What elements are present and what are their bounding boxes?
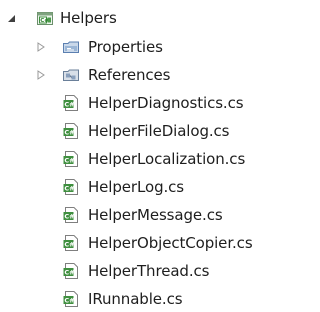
tree-node-file[interactable]: C# HelperFileDialog.cs	[0, 119, 270, 143]
svg-text:C#: C#	[64, 269, 74, 277]
svg-text:C#: C#	[64, 101, 74, 109]
tree-node-file[interactable]: C# HelperDiagnostics.cs	[0, 91, 270, 115]
tree-node-file[interactable]: C# HelperMessage.cs	[0, 203, 270, 227]
collapsed-triangle-icon[interactable]	[36, 70, 46, 80]
csharp-file-icon: C#	[62, 94, 80, 112]
tree-node-file[interactable]: C# IRunnable.cs	[0, 287, 270, 311]
tree-node-file[interactable]: C# HelperThread.cs	[0, 259, 270, 283]
tree-node-file[interactable]: C# HelperObjectCopier.cs	[0, 231, 270, 255]
file-name: HelperLocalization.cs	[88, 150, 246, 168]
file-name: HelperMessage.cs	[88, 206, 223, 224]
tree-node-project[interactable]: C# Helpers	[0, 6, 140, 30]
collapsed-triangle-icon[interactable]	[36, 42, 46, 52]
svg-text:C#: C#	[64, 213, 74, 221]
csharp-file-icon: C#	[62, 178, 80, 196]
svg-text:C#: C#	[64, 185, 74, 193]
expanded-triangle-icon[interactable]	[6, 13, 16, 23]
tree-node-label: References	[88, 66, 171, 84]
tree-node-label: Properties	[88, 38, 163, 56]
csharp-file-icon: C#	[62, 122, 80, 140]
csharp-file-icon: C#	[62, 290, 80, 308]
file-name: HelperThread.cs	[88, 262, 210, 280]
csharp-file-icon: C#	[62, 262, 80, 280]
svg-text:C#: C#	[64, 157, 74, 165]
csharp-file-icon: C#	[62, 150, 80, 168]
svg-text:C#: C#	[64, 297, 74, 305]
project-name: Helpers	[60, 9, 117, 27]
csharp-file-icon: C#	[62, 206, 80, 224]
tree-node-properties[interactable]: Properties	[0, 35, 190, 59]
svg-text:C#: C#	[64, 241, 74, 249]
file-name: HelperDiagnostics.cs	[88, 94, 244, 112]
csharp-file-icon: C#	[62, 234, 80, 252]
file-name: HelperLog.cs	[88, 178, 185, 196]
references-folder-icon	[62, 66, 80, 84]
tree-node-file[interactable]: C# HelperLocalization.cs	[0, 147, 270, 171]
properties-folder-icon	[62, 38, 80, 56]
csharp-project-icon: C#	[36, 9, 54, 27]
file-name: HelperFileDialog.cs	[88, 122, 230, 140]
tree-node-references[interactable]: References	[0, 63, 200, 87]
file-name: IRunnable.cs	[88, 290, 183, 308]
svg-text:C#: C#	[64, 129, 74, 137]
tree-node-file[interactable]: C# HelperLog.cs	[0, 175, 270, 199]
file-name: HelperObjectCopier.cs	[88, 234, 253, 252]
